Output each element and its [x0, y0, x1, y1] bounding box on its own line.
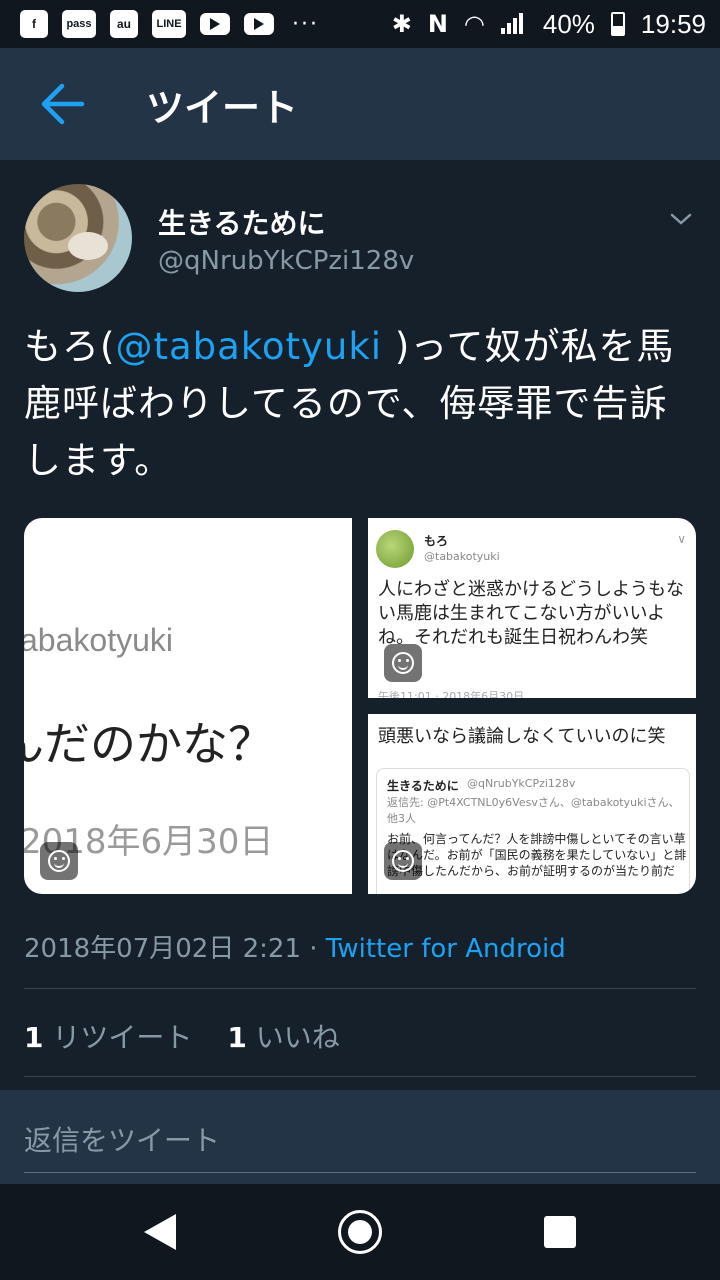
- retweet-count[interactable]: 1 リツイート: [24, 1021, 192, 1054]
- nfc-icon: N: [427, 10, 448, 38]
- app-bar: ツイート: [0, 48, 720, 160]
- back-arrow-icon: [41, 83, 85, 125]
- tweet-meta: 2018年07月02日 2:21 · Twitter for Android: [24, 934, 566, 964]
- tennis-ball-avatar: [376, 530, 414, 568]
- nav-home-icon[interactable]: [338, 1210, 382, 1254]
- media-grid: abakotyuki んだのかな？ 2018年6月30日 もろ @tabakot…: [24, 518, 696, 894]
- image2-handle: @tabakotyuki: [424, 550, 500, 563]
- media-image-3[interactable]: 頭悪いなら議論しなくていいのに笑 生きるために @qNrubYkCPzi128v…: [368, 714, 696, 894]
- mention-link[interactable]: @tabakotyuki: [115, 325, 382, 368]
- avatar[interactable]: [24, 184, 132, 292]
- image2-body: 人にわざと迷惑かけるどうしようもない馬鹿は生まれてこない方がいいよね。それだれも…: [378, 579, 684, 648]
- youtube-icon: [244, 13, 274, 35]
- battery-percent: 40%: [542, 8, 595, 39]
- clock: 19:59: [640, 8, 706, 39]
- sticker-icon[interactable]: [384, 644, 422, 682]
- overflow-dots: ···: [292, 11, 319, 37]
- tweet-stats: 1 リツイート 1 いいね: [24, 1016, 366, 1056]
- nav-back-icon[interactable]: [140, 1212, 180, 1252]
- media-image-1[interactable]: abakotyuki んだのかな？ 2018年6月30日: [24, 518, 352, 894]
- signal-icon: [500, 12, 527, 36]
- battery-icon: [610, 12, 625, 36]
- source-link[interactable]: Twitter for Android: [326, 934, 566, 964]
- divider: [24, 1076, 696, 1077]
- image2-time: 午後11:01 · 2018年6月30日: [378, 690, 525, 698]
- line-icon: LINE: [152, 10, 186, 38]
- image3-handle: @qNrubYkCPzi128v: [467, 777, 576, 790]
- image2-name: もろ: [424, 534, 449, 548]
- image3-top-text: 頭悪いなら議論しなくていいのに笑: [378, 726, 666, 747]
- image1-text: んだのかな？: [24, 717, 274, 771]
- page-title: ツイート: [146, 85, 299, 130]
- divider: [24, 988, 696, 989]
- tweet-text: もろ(@tabakotyuki )って奴が私を馬鹿呼ばわりしてるので、侮辱罪で告…: [24, 325, 675, 482]
- tweet-author: 生きるために @qNrubYkCPzi128v: [24, 184, 696, 292]
- chevron-down-icon: ∨: [677, 532, 686, 546]
- timestamp: 2018年07月02日 2:21: [24, 934, 301, 964]
- image3-body: お前、何言ってんだ？人を誹謗中傷しといてその言い草はなんだ。お前が「国民の義務を…: [387, 832, 687, 878]
- au-mail-icon: au: [110, 10, 138, 38]
- chevron-down-icon[interactable]: [666, 204, 696, 234]
- system-nav-bar: [0, 1184, 720, 1280]
- image3-reply-to: 返信先: @Pt4XCTNL0y6Vesvさん、@tabakotyukiさん、他…: [387, 796, 680, 825]
- back-button[interactable]: [40, 81, 86, 127]
- sticker-icon[interactable]: [384, 842, 422, 880]
- image1-handle: abakotyuki: [24, 622, 173, 658]
- like-count[interactable]: 1 いいね: [227, 1021, 339, 1054]
- user-handle[interactable]: @qNrubYkCPzi128v: [158, 246, 414, 276]
- image3-name: 生きるために: [387, 779, 459, 793]
- facebook-icon: f: [20, 10, 48, 38]
- bluetooth-icon: ✱: [391, 10, 412, 38]
- reply-input[interactable]: [24, 1108, 696, 1173]
- pass-icon: pass: [62, 10, 96, 38]
- status-bar: f pass au LINE ··· ✱ N ◠ 40% 19:59: [0, 0, 720, 48]
- sticker-icon[interactable]: [40, 842, 78, 880]
- nav-recents-icon[interactable]: [544, 1216, 576, 1248]
- reply-bar: [0, 1090, 720, 1184]
- wifi-icon: ◠: [463, 10, 485, 38]
- media-image-2[interactable]: もろ @tabakotyuki ∨ 人にわざと迷惑かけるどうしようもない馬鹿は生…: [368, 518, 696, 698]
- display-name[interactable]: 生きるために: [158, 202, 325, 242]
- image3-quoted-card: 生きるために @qNrubYkCPzi128v 返信先: @Pt4XCTNL0y…: [376, 768, 690, 894]
- youtube-icon: [200, 13, 230, 35]
